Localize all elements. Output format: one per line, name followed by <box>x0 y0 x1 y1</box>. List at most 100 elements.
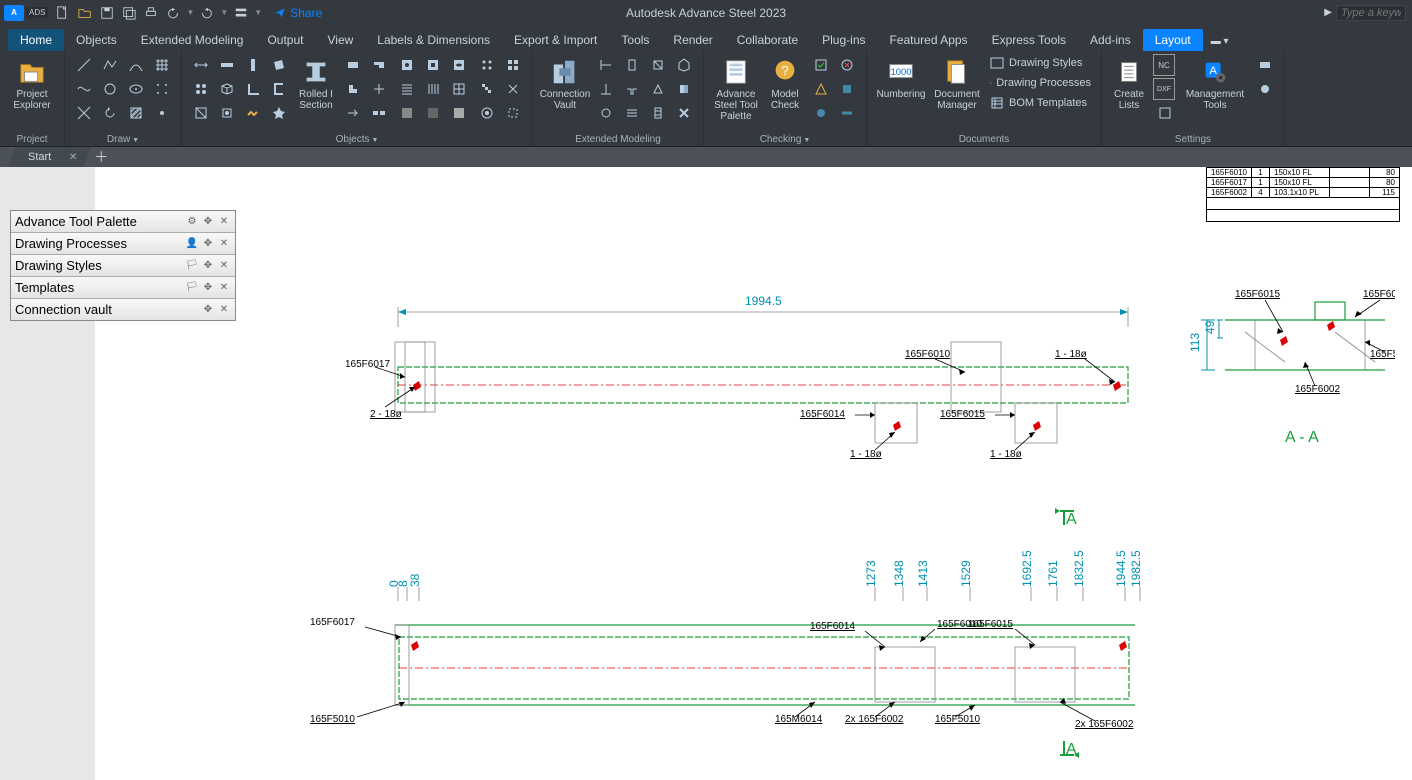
undo-draw-icon[interactable] <box>97 101 123 125</box>
tab-output[interactable]: Output <box>255 29 315 51</box>
em12-icon[interactable] <box>671 101 697 125</box>
palette-drawstyles[interactable]: Drawing Styles 🏳✥✕ <box>11 255 235 277</box>
em8-icon[interactable] <box>671 77 697 101</box>
pin-icon[interactable]: ✥ <box>201 215 215 229</box>
em7-icon[interactable] <box>645 77 671 101</box>
rolled-isection-button[interactable]: Rolled I Section <box>294 53 338 125</box>
chk5-icon[interactable] <box>808 101 834 125</box>
em3-icon[interactable] <box>645 53 671 77</box>
bolts-icon[interactable] <box>188 77 214 101</box>
tab-objects[interactable]: Objects <box>64 29 129 51</box>
pin-icon[interactable]: ✥ <box>201 237 215 251</box>
tab-featured[interactable]: Featured Apps <box>878 29 980 51</box>
spline-icon[interactable] <box>71 77 97 101</box>
pattern6-icon[interactable] <box>500 101 526 125</box>
pattern2-icon[interactable] <box>500 53 526 77</box>
diag-icon[interactable] <box>188 101 214 125</box>
angle-icon[interactable] <box>240 77 266 101</box>
drawing-processes-button[interactable]: Drawing Processes <box>985 73 1095 93</box>
tab-plugins[interactable]: Plug-ins <box>810 29 877 51</box>
em9-icon[interactable] <box>593 101 619 125</box>
flag-icon[interactable]: 🏳 <box>185 281 199 295</box>
ellipse-icon[interactable] <box>123 77 149 101</box>
grating1-icon[interactable] <box>394 77 420 101</box>
panel-draw-title[interactable]: Draw <box>107 133 139 146</box>
open-icon[interactable] <box>76 4 94 22</box>
save-icon[interactable] <box>98 4 116 22</box>
panel-objects-title[interactable]: Objects <box>336 133 379 146</box>
palette-drawproc[interactable]: Drawing Processes 👤✥✕ <box>11 233 235 255</box>
gear-icon[interactable]: ⚙ <box>185 215 199 229</box>
tab-render[interactable]: Render <box>661 29 724 51</box>
bom-templates-button[interactable]: BOM Templates <box>985 93 1095 113</box>
tab-collab[interactable]: Collaborate <box>725 29 810 51</box>
connection-vault-button[interactable]: Connection Vault <box>539 53 591 125</box>
split-icon[interactable] <box>366 101 392 125</box>
redo-icon[interactable] <box>198 4 216 22</box>
column-icon[interactable] <box>240 53 266 77</box>
tab-express[interactable]: Express Tools <box>980 29 1078 51</box>
management-tools-button[interactable]: A Management Tools <box>1180 53 1250 125</box>
tab-view[interactable]: View <box>315 29 365 51</box>
grating2-icon[interactable] <box>420 77 446 101</box>
chk6-icon[interactable] <box>834 101 860 125</box>
close-icon[interactable]: ✕ <box>217 237 231 251</box>
axis-icon[interactable] <box>188 53 214 77</box>
line-icon[interactable] <box>71 53 97 77</box>
grating3-icon[interactable] <box>446 77 472 101</box>
mesh3-icon[interactable] <box>446 101 472 125</box>
numbering-button[interactable]: 1000 Numbering <box>873 53 929 125</box>
chk1-icon[interactable] <box>808 53 834 77</box>
em6-icon[interactable] <box>619 77 645 101</box>
chk3-icon[interactable] <box>808 77 834 101</box>
model-check-button[interactable]: ? Model Check <box>764 53 806 125</box>
point-grid-icon[interactable] <box>149 77 175 101</box>
weld-icon[interactable] <box>240 101 266 125</box>
close-icon[interactable]: ✕ <box>217 303 231 317</box>
set3-icon[interactable] <box>1152 101 1178 125</box>
drawing-styles-button[interactable]: Drawing Styles <box>985 53 1095 73</box>
close-icon[interactable]: ✕ <box>69 152 77 163</box>
grid-axes-icon[interactable] <box>149 53 175 77</box>
pattern4-icon[interactable] <box>500 77 526 101</box>
share-button[interactable]: Share <box>274 6 322 20</box>
circle-icon[interactable] <box>97 77 123 101</box>
pin-icon[interactable]: ✥ <box>201 259 215 273</box>
chk2-icon[interactable] <box>834 53 860 77</box>
paper[interactable]: 165F60101150x10 FL80 165F60171150x10 FL8… <box>95 167 1412 780</box>
extend-icon[interactable] <box>340 101 366 125</box>
undo-icon[interactable] <box>164 4 182 22</box>
channel-icon[interactable] <box>266 77 292 101</box>
palette-connvault[interactable]: Connection vault ✥✕ <box>11 299 235 320</box>
custom-icon[interactable] <box>232 4 250 22</box>
tab-export[interactable]: Export & Import <box>502 29 609 51</box>
beam-icon[interactable] <box>214 53 240 77</box>
user-icon[interactable]: 👤 <box>185 237 199 251</box>
advance-steel-palette-button[interactable]: Advance Steel Tool Palette <box>710 53 762 125</box>
set5-icon[interactable] <box>1252 77 1278 101</box>
tab-labels[interactable]: Labels & Dimensions <box>365 29 502 51</box>
arc-icon[interactable] <box>123 53 149 77</box>
em2-icon[interactable] <box>619 53 645 77</box>
pin-icon[interactable]: ✥ <box>201 281 215 295</box>
palette-advance[interactable]: Advance Tool Palette ⚙✥✕ <box>11 211 235 233</box>
tab-layout[interactable]: Layout <box>1143 29 1203 51</box>
hole1-icon[interactable] <box>394 53 420 77</box>
new-icon[interactable] <box>54 4 72 22</box>
close-icon[interactable]: ✕ <box>217 259 231 273</box>
em1-icon[interactable] <box>593 53 619 77</box>
polyline-icon[interactable] <box>97 53 123 77</box>
trim-icon[interactable] <box>366 77 392 101</box>
hole3-icon[interactable] <box>446 53 472 77</box>
pin-icon[interactable]: ✥ <box>201 303 215 317</box>
add-tab-button[interactable]: ＋ <box>89 147 113 167</box>
project-explorer-button[interactable]: Project Explorer <box>6 53 58 125</box>
pattern3-icon[interactable] <box>474 77 500 101</box>
hatch-icon[interactable] <box>123 101 149 125</box>
hole2-icon[interactable] <box>420 53 446 77</box>
em5-icon[interactable] <box>593 77 619 101</box>
box-icon[interactable] <box>214 77 240 101</box>
doctab-start[interactable]: Start✕ <box>8 147 91 167</box>
saveas-icon[interactable] <box>120 4 138 22</box>
em10-icon[interactable] <box>619 101 645 125</box>
